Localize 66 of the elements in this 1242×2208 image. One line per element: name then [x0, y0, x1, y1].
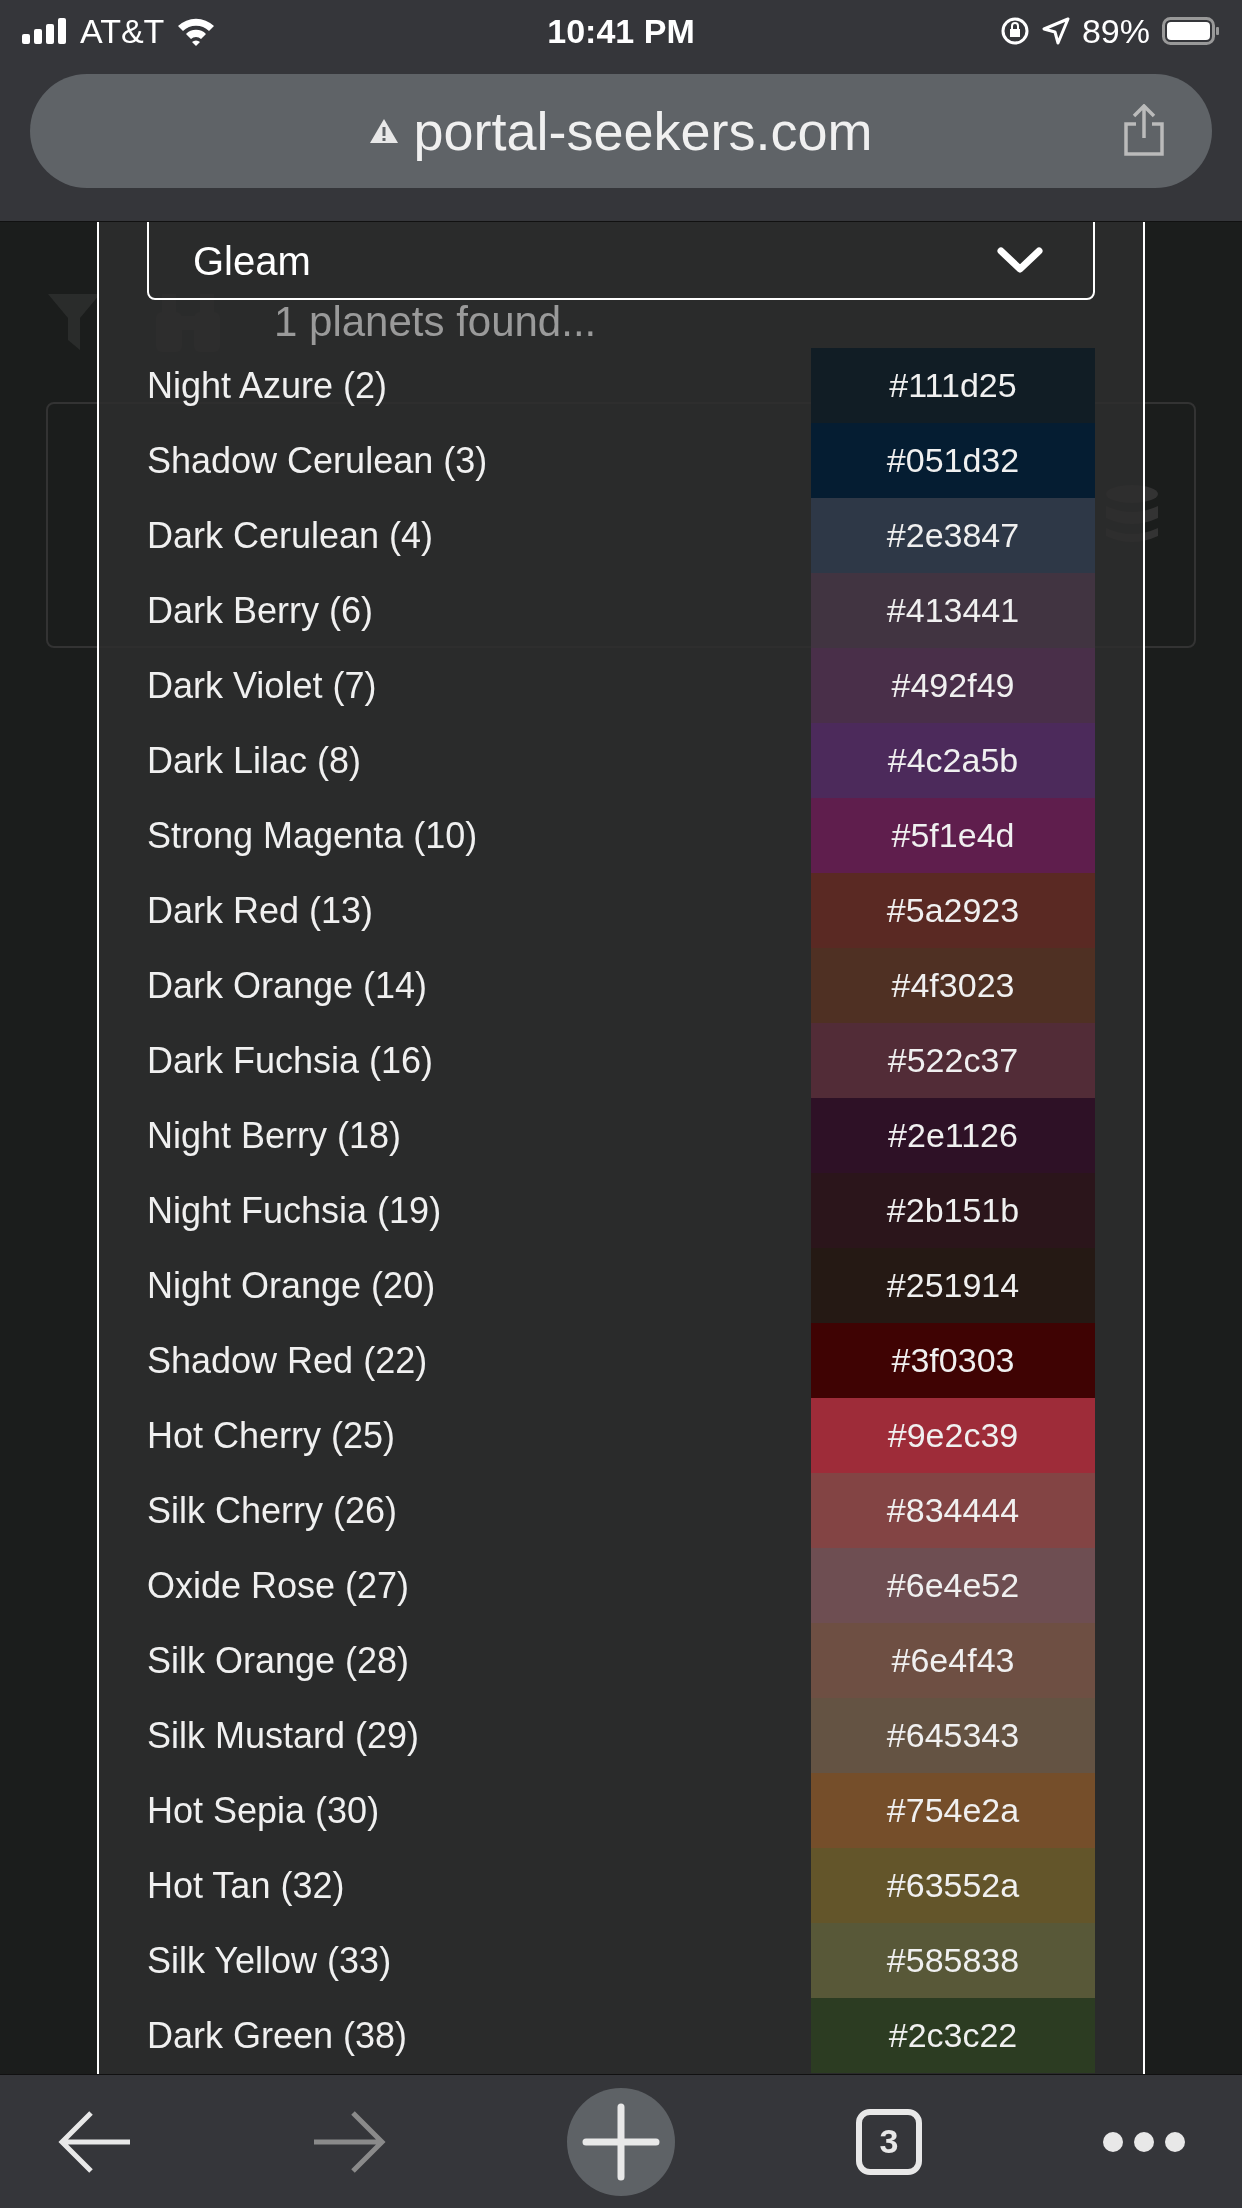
- url-text: portal-seekers.com: [413, 100, 873, 162]
- color-swatch[interactable]: #2e3847: [811, 498, 1095, 573]
- color-name: Dark Red (13): [147, 889, 374, 932]
- color-swatch[interactable]: #413441: [811, 573, 1095, 648]
- color-swatch[interactable]: #111d25: [811, 348, 1095, 423]
- chevron-down-icon: [997, 247, 1043, 275]
- color-name: Hot Sepia (30): [147, 1789, 380, 1832]
- color-swatch[interactable]: #251914: [811, 1248, 1095, 1323]
- battery-percent: 89%: [1081, 11, 1150, 51]
- color-name: Hot Cherry (25): [147, 1414, 396, 1457]
- color-name: Shadow Cerulean (3): [147, 439, 488, 482]
- clock-time: 10:41 PM: [547, 11, 695, 51]
- color-swatch[interactable]: #834444: [811, 1473, 1095, 1548]
- color-swatch[interactable]: #63552a: [811, 1848, 1095, 1923]
- share-icon[interactable]: [1122, 104, 1166, 156]
- color-swatch[interactable]: #2c3c22: [811, 1998, 1095, 2073]
- color-swatch[interactable]: #9e2c39: [811, 1398, 1095, 1473]
- new-tab-button[interactable]: [566, 2086, 676, 2197]
- color-name: Silk Mustard (29): [147, 1714, 420, 1757]
- rotation-lock-icon: [999, 16, 1030, 46]
- color-name: Silk Yellow (33): [147, 1939, 392, 1982]
- color-name: Hot Tan (32): [147, 1864, 345, 1907]
- warning-icon: [369, 118, 400, 144]
- color-name: Night Berry (18): [147, 1114, 402, 1157]
- color-swatch[interactable]: #6e4e52: [811, 1548, 1095, 1623]
- color-swatch[interactable]: #2e1126: [811, 1098, 1095, 1173]
- wifi-icon: [176, 16, 217, 46]
- color-swatch[interactable]: #5a2923: [811, 873, 1095, 948]
- forward-arrow-icon[interactable]: [312, 2108, 386, 2175]
- color-swatch[interactable]: #5f1e4d: [811, 798, 1095, 873]
- color-swatch[interactable]: #6e4f43: [811, 1623, 1095, 1698]
- battery-icon: [1162, 17, 1220, 45]
- color-swatch[interactable]: #645343: [811, 1698, 1095, 1773]
- color-name: Dark Berry (6): [147, 589, 374, 632]
- color-name: Dark Violet (7): [147, 664, 377, 707]
- color-name: Night Azure (2): [147, 364, 388, 407]
- color-swatch[interactable]: #585838: [811, 1923, 1095, 1998]
- color-name: Silk Orange (28): [147, 1639, 410, 1682]
- tabs-button[interactable]: 3: [856, 2108, 922, 2175]
- color-name: Oxide Rose (27): [147, 1564, 410, 1607]
- carrier-name: AT&T: [80, 11, 165, 51]
- color-swatch[interactable]: #492f49: [811, 648, 1095, 723]
- color-name: Dark Fuchsia (16): [147, 1039, 434, 1082]
- palette-dropdown[interactable]: Gleam: [147, 222, 1095, 300]
- back-arrow-icon[interactable]: [58, 2108, 132, 2175]
- color-name: Night Orange (20): [147, 1264, 436, 1307]
- color-name: Night Fuchsia (19): [147, 1189, 442, 1232]
- color-name: Shadow Red (22): [147, 1339, 428, 1382]
- color-name: Strong Magenta (10): [147, 814, 478, 857]
- color-name: Silk Cherry (26): [147, 1489, 398, 1532]
- color-swatch[interactable]: #522c37: [811, 1023, 1095, 1098]
- color-name: Dark Green (38): [147, 2014, 408, 2057]
- color-swatch[interactable]: #754e2a: [811, 1773, 1095, 1848]
- color-swatch[interactable]: #4c2a5b: [811, 723, 1095, 798]
- color-name: Dark Orange (14): [147, 964, 428, 1007]
- address-bar[interactable]: portal-seekers.com: [30, 74, 1212, 188]
- color-swatch[interactable]: #051d32: [811, 423, 1095, 498]
- color-swatch[interactable]: #4f3023: [811, 948, 1095, 1023]
- more-icon[interactable]: [1102, 2130, 1186, 2153]
- color-swatch[interactable]: #2b151b: [811, 1173, 1095, 1248]
- location-arrow-icon: [1041, 17, 1070, 45]
- signal-icon: [22, 18, 68, 44]
- color-name: Dark Lilac (8): [147, 739, 362, 782]
- color-name: Dark Cerulean (4): [147, 514, 434, 557]
- results-count: 1 planets found...: [274, 298, 597, 346]
- color-swatch[interactable]: #3f0303: [811, 1323, 1095, 1398]
